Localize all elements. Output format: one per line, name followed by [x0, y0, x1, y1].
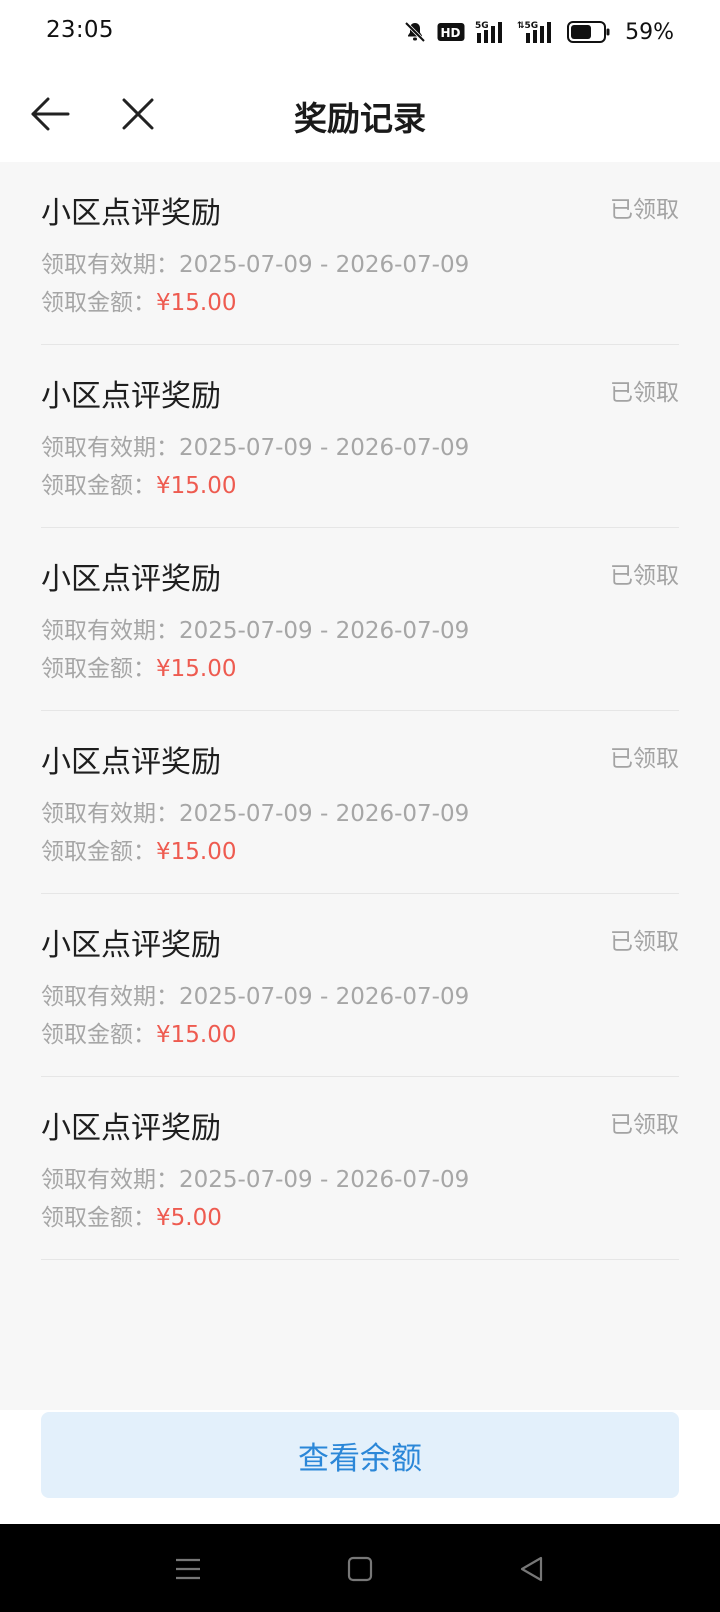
- validity-label: 领取有效期：: [41, 252, 179, 278]
- record-validity: 领取有效期：2025-07-09 - 2026-07-09: [41, 245, 469, 279]
- record-validity: 领取有效期：2025-07-09 - 2026-07-09: [41, 794, 469, 828]
- record-title: 小区点评奖励: [41, 379, 221, 414]
- view-balance-button[interactable]: 查看余额: [41, 1412, 679, 1498]
- nav-menu-button[interactable]: [163, 1544, 213, 1594]
- record-amount: 领取金额：¥15.00: [41, 466, 236, 500]
- page-title: 奖励记录: [294, 99, 426, 138]
- record-validity: 领取有效期：2025-07-09 - 2026-07-09: [41, 611, 469, 645]
- svg-text:5G: 5G: [475, 21, 489, 31]
- amount-value: ¥15.00: [156, 1022, 237, 1048]
- validity-label: 领取有效期：: [41, 618, 179, 644]
- record-title: 小区点评奖励: [41, 196, 221, 231]
- menu-icon: [176, 1558, 200, 1580]
- record-title: 小区点评奖励: [41, 745, 221, 780]
- validity-value: 2025-07-09 - 2026-07-09: [179, 1167, 470, 1193]
- validity-value: 2025-07-09 - 2026-07-09: [179, 984, 470, 1010]
- system-nav-bar: [0, 1524, 720, 1612]
- nav-home-button[interactable]: [335, 1544, 385, 1594]
- record-status: 已领取: [610, 929, 679, 955]
- svg-text:⇅5G: ⇅5G: [517, 21, 538, 31]
- amount-value: ¥15.00: [156, 656, 237, 682]
- record-status: 已领取: [610, 746, 679, 772]
- record-status: 已领取: [610, 563, 679, 589]
- record-status: 已领取: [610, 380, 679, 406]
- nav-back-button[interactable]: [507, 1544, 557, 1594]
- validity-label: 领取有效期：: [41, 984, 179, 1010]
- list-item[interactable]: 小区点评奖励 已领取 领取有效期：2025-07-09 - 2026-07-09…: [41, 345, 679, 528]
- battery-icon: [567, 20, 611, 44]
- bottom-action-area: 查看余额: [0, 1410, 720, 1524]
- amount-label: 领取金额：: [41, 656, 156, 682]
- amount-value: ¥15.00: [156, 290, 237, 316]
- amount-label: 领取金额：: [41, 1205, 156, 1231]
- record-title: 小区点评奖励: [41, 928, 221, 963]
- header: 奖励记录: [0, 66, 720, 162]
- list-item[interactable]: 小区点评奖励 已领取 领取有效期：2025-07-09 - 2026-07-09…: [41, 162, 679, 345]
- validity-label: 领取有效期：: [41, 801, 179, 827]
- reward-record-list: 小区点评奖励 已领取 领取有效期：2025-07-09 - 2026-07-09…: [41, 162, 679, 1260]
- validity-value: 2025-07-09 - 2026-07-09: [179, 618, 470, 644]
- list-item[interactable]: 小区点评奖励 已领取 领取有效期：2025-07-09 - 2026-07-09…: [41, 1077, 679, 1260]
- list-item[interactable]: 小区点评奖励 已领取 领取有效期：2025-07-09 - 2026-07-09…: [41, 711, 679, 894]
- bell-muted-icon: [403, 20, 427, 44]
- amount-label: 领取金额：: [41, 839, 156, 865]
- record-status: 已领取: [610, 1112, 679, 1138]
- amount-label: 领取金额：: [41, 473, 156, 499]
- amount-value: ¥5.00: [156, 1205, 222, 1231]
- record-amount: 领取金额：¥15.00: [41, 832, 236, 866]
- record-title: 小区点评奖励: [41, 1111, 221, 1146]
- validity-label: 领取有效期：: [41, 435, 179, 461]
- record-validity: 领取有效期：2025-07-09 - 2026-07-09: [41, 428, 469, 462]
- hd-icon: HD: [437, 22, 465, 42]
- signal-5g-icon: 5G: [475, 19, 507, 45]
- status-icons: HD 5G ⇅5G 59%: [403, 16, 674, 48]
- record-amount: 领取金额：¥15.00: [41, 283, 236, 317]
- record-status: 已领取: [610, 197, 679, 223]
- amount-label: 领取金额：: [41, 290, 156, 316]
- battery-percent: 59%: [625, 19, 674, 45]
- svg-text:HD: HD: [441, 26, 461, 40]
- home-icon: [347, 1556, 373, 1582]
- amount-value: ¥15.00: [156, 839, 237, 865]
- amount-value: ¥15.00: [156, 473, 237, 499]
- record-title: 小区点评奖励: [41, 562, 221, 597]
- validity-value: 2025-07-09 - 2026-07-09: [179, 435, 470, 461]
- validity-value: 2025-07-09 - 2026-07-09: [179, 252, 470, 278]
- list-item[interactable]: 小区点评奖励 已领取 领取有效期：2025-07-09 - 2026-07-09…: [41, 894, 679, 1077]
- status-time: 23:05: [46, 17, 114, 43]
- status-bar: 23:05 HD 5G ⇅5G 59%: [0, 0, 720, 66]
- amount-label: 领取金额：: [41, 1022, 156, 1048]
- record-amount: 领取金额：¥15.00: [41, 1015, 236, 1049]
- record-validity: 领取有效期：2025-07-09 - 2026-07-09: [41, 1160, 469, 1194]
- record-amount: 领取金额：¥5.00: [41, 1198, 222, 1232]
- back-triangle-icon: [520, 1556, 543, 1582]
- validity-label: 领取有效期：: [41, 1167, 179, 1193]
- signal-5g-icon: ⇅5G: [517, 19, 557, 45]
- validity-value: 2025-07-09 - 2026-07-09: [179, 801, 470, 827]
- list-item[interactable]: 小区点评奖励 已领取 领取有效期：2025-07-09 - 2026-07-09…: [41, 528, 679, 711]
- record-amount: 领取金额：¥15.00: [41, 649, 236, 683]
- record-validity: 领取有效期：2025-07-09 - 2026-07-09: [41, 977, 469, 1011]
